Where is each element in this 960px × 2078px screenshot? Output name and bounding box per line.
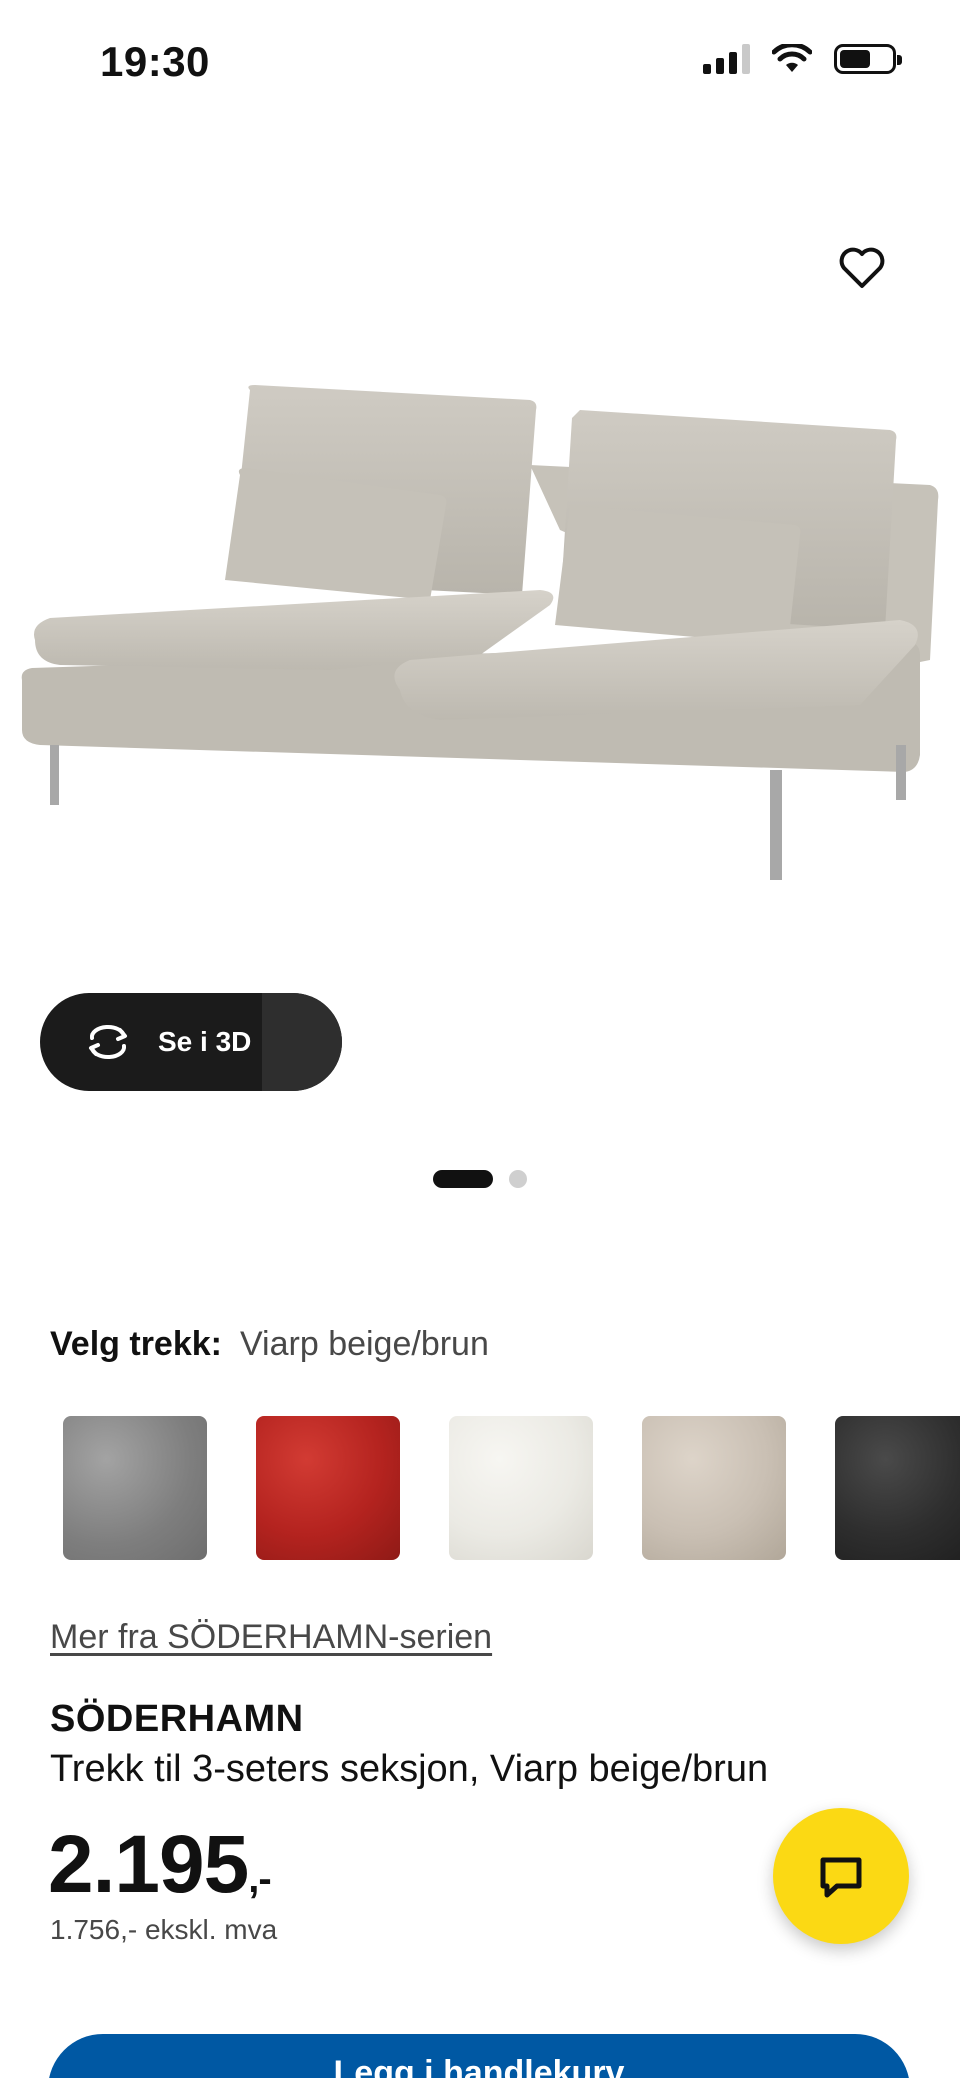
cover-selector-label: Velg trekk: Viarp beige/brun: [50, 1325, 489, 1364]
add-to-cart-button[interactable]: Legg i handlekurv: [48, 2034, 910, 2078]
cover-selected-value: Viarp beige/brun: [239, 1325, 489, 1363]
product-price: 2.195,-: [48, 1818, 272, 1912]
price-ex-vat: 1.756,- ekskl. mva: [50, 1914, 278, 1945]
beige-swatch[interactable]: [642, 1416, 786, 1560]
series-link[interactable]: Mer fra SÖDERHAMN-serien: [50, 1618, 492, 1657]
heart-outline-icon[interactable]: [836, 242, 888, 294]
price-main: 2.195: [48, 1819, 249, 1910]
add-to-cart-label: Legg i handlekurv: [333, 2054, 625, 2078]
chat-button[interactable]: [773, 1808, 909, 1944]
grey-swatch[interactable]: [63, 1416, 207, 1560]
product-description: Trekk til 3-seters seksjon, Viarp beige/…: [50, 1748, 769, 1790]
product-name: SÖDERHAMN: [50, 1698, 304, 1740]
price-suffix: ,-: [248, 1857, 271, 1901]
rotate-3d-icon: [89, 1024, 127, 1060]
wifi-icon: [772, 44, 812, 72]
button-overlay: [262, 993, 342, 1091]
view-3d-button[interactable]: Se i 3D: [40, 993, 342, 1091]
status-bar: 19:30: [0, 0, 960, 120]
sofa-image: [21, 385, 939, 880]
battery-icon: [834, 44, 902, 74]
signal-icon: [703, 44, 750, 74]
status-time: 19:30: [100, 38, 210, 85]
black-swatch[interactable]: [835, 1416, 960, 1560]
carousel-indicator: [0, 1170, 960, 1188]
status-icons: [703, 44, 902, 74]
cover-label-title: Velg trekk:: [50, 1325, 222, 1363]
chat-bubble-icon: [820, 1857, 862, 1898]
carousel-dot[interactable]: [509, 1170, 527, 1188]
cover-swatches: [63, 1416, 960, 1560]
white-swatch[interactable]: [449, 1416, 593, 1560]
carousel-dot-active[interactable]: [433, 1170, 493, 1188]
red-swatch[interactable]: [256, 1416, 400, 1560]
view-3d-label: Se i 3D: [158, 1026, 252, 1057]
